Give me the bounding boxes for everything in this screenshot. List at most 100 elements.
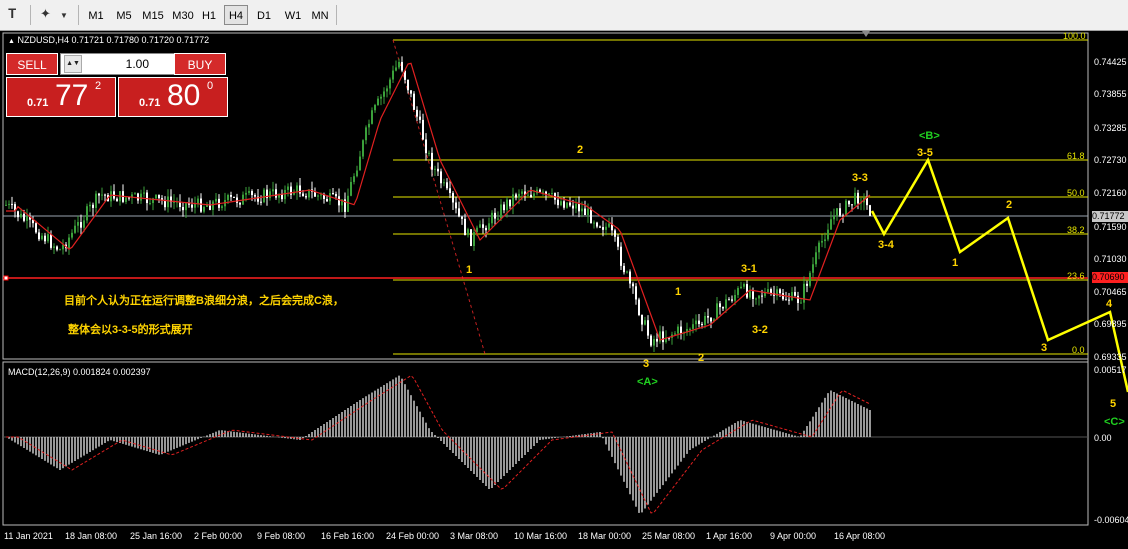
candle-body [566, 202, 568, 208]
candle-body [197, 198, 199, 204]
candle-body [260, 201, 262, 203]
candle-body [494, 212, 496, 219]
fibonacci-retracement[interactable] [393, 39, 1088, 355]
timeframe-d1[interactable]: D1 [253, 5, 275, 25]
wave-label: 3-4 [878, 239, 894, 251]
candle-body [155, 194, 157, 199]
candle-body [803, 283, 805, 303]
candle-body [383, 91, 385, 97]
line-handle[interactable] [3, 275, 9, 281]
candle-body [497, 218, 499, 220]
candle-body [674, 333, 676, 335]
chevron-down-icon[interactable]: ▼ [60, 11, 68, 20]
candle-body [704, 316, 706, 325]
candle-body [326, 198, 328, 202]
candle-body [314, 191, 316, 197]
candle-body [533, 193, 535, 198]
candle-body [230, 194, 232, 197]
candle-body [815, 252, 817, 265]
toolbar-separator [30, 5, 31, 25]
timeframe-h1[interactable]: H1 [198, 5, 220, 25]
candle-body [410, 90, 412, 94]
timeframe-m15[interactable]: M15 [139, 5, 167, 25]
time-tick: 3 Mar 08:00 [450, 531, 499, 541]
candle-body [20, 213, 22, 218]
candle-body [68, 237, 70, 249]
candle-body [491, 212, 493, 224]
timeframe-m5[interactable]: M5 [112, 5, 136, 25]
sell-button[interactable]: SELL [6, 53, 58, 75]
candle-body [389, 79, 391, 89]
candle-body [449, 188, 451, 194]
lot-stepper-icon[interactable]: ▲▼ [64, 55, 82, 73]
candle-body [689, 328, 691, 330]
wave-label: 3-5 [917, 147, 933, 159]
candle-body [635, 286, 637, 300]
candle-body [779, 289, 781, 294]
candle-body [101, 194, 103, 196]
candle-body [167, 196, 169, 208]
wave-label: 3-1 [741, 263, 757, 275]
candle-body [26, 216, 28, 221]
candle-body [149, 203, 151, 205]
candle-body [821, 241, 823, 243]
candle-body [356, 170, 358, 177]
candle-body [281, 194, 283, 200]
macd-header: MACD(12,26,9) 0.001824 0.002397 [8, 367, 151, 377]
wave-label: 3 [643, 358, 650, 370]
wave-label: 3-3 [852, 172, 868, 184]
timeframe-m1[interactable]: M1 [84, 5, 108, 25]
timeframe-h4[interactable]: H4 [224, 5, 248, 25]
candle-body [446, 182, 448, 189]
candle-body [551, 193, 553, 195]
candle-body [785, 299, 787, 301]
candle-body [833, 216, 835, 220]
timeframe-mn[interactable]: MN [307, 5, 333, 25]
candle-body [443, 182, 445, 184]
candle-body [623, 265, 625, 273]
sell-price[interactable]: 0.71 77 2 [6, 77, 116, 117]
timeframe-w1[interactable]: W1 [281, 5, 305, 25]
drawing-tools-icon[interactable]: ✦ [40, 6, 51, 22]
candle-body [587, 208, 589, 216]
candle-body [509, 199, 511, 207]
time-tick: 2 Feb 00:00 [194, 531, 243, 541]
candle-body [752, 291, 754, 300]
lot-size-input[interactable]: ▲▼ 1.00 [60, 53, 178, 75]
candle-body [797, 295, 799, 303]
candle-body [722, 307, 724, 309]
buy-button[interactable]: BUY [174, 53, 226, 75]
candle-body [647, 320, 649, 336]
timeframe-m30[interactable]: M30 [169, 5, 197, 25]
candle-body [677, 326, 679, 334]
candle-body [614, 230, 616, 237]
lot-value[interactable]: 1.00 [83, 57, 149, 71]
candle-body [473, 232, 475, 246]
candle-body [824, 239, 826, 242]
time-tick: 25 Mar 08:00 [642, 531, 696, 541]
chart-window[interactable]: ▲ NZDUSD,H4 0.71721 0.71780 0.71720 0.71… [0, 31, 1128, 549]
candle-body [512, 194, 514, 207]
candle-body [461, 216, 463, 219]
candle-body [602, 227, 604, 230]
candle-body [8, 203, 10, 205]
buy-price[interactable]: 0.71 80 0 [118, 77, 228, 117]
buy-price-prefix: 0.71 [139, 97, 161, 109]
candle-body [650, 335, 652, 346]
candle-body [440, 171, 442, 184]
chart-shift-marker-icon[interactable] [862, 31, 870, 37]
candle-body [380, 96, 382, 99]
candle-body [428, 152, 430, 154]
candle-body [830, 219, 832, 230]
candle-body [47, 234, 49, 242]
candle-body [836, 208, 838, 217]
candle-body [503, 204, 505, 211]
candle-body [794, 292, 796, 296]
candle-body [584, 208, 586, 216]
time-tick: 1 Apr 16:00 [706, 531, 753, 541]
text-tool-icon[interactable]: 𝐓 [8, 6, 16, 22]
collapse-arrow-icon[interactable]: ▲ [8, 38, 15, 45]
candle-body [629, 271, 631, 284]
candle-body [365, 127, 367, 141]
candle-body [95, 193, 97, 208]
